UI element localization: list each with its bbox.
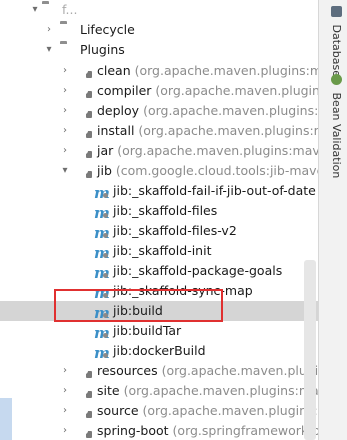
plugin-group: (org.apache.maven.plugins:ma: [155, 83, 318, 98]
lifecycle-label: Lifecycle: [80, 22, 135, 37]
plugin-name: compiler: [97, 83, 152, 98]
annotation-highlight-box: [54, 289, 223, 322]
plugin-row[interactable]: › deploy (org.apache.maven.plugins:mav: [0, 101, 318, 121]
plugin-group: (org.springframework.boot:s: [172, 423, 318, 438]
maven-tree: ▾ f... › Lifecycle ▾ Plugins › clean (or…: [0, 0, 318, 440]
goal-row[interactable]: m jib:_skaffold-fail-if-jib-out-of-date: [0, 181, 318, 201]
maven-goal-icon: m: [94, 224, 110, 242]
plugin-row[interactable]: › jar (org.apache.maven.plugins:maven-ja: [0, 141, 318, 161]
chevron-right-icon[interactable]: ›: [44, 20, 54, 40]
maven-goal-icon: m: [94, 244, 110, 262]
goal-label: jib:_skaffold-package-goals: [113, 263, 283, 278]
plugin-row[interactable]: › spring-boot (org.springframework.boot:…: [0, 421, 318, 440]
goal-label: jib:buildTar: [113, 323, 182, 338]
chevron-right-icon[interactable]: ›: [60, 121, 70, 141]
right-tool-strip: Database Bean Validation: [318, 0, 347, 440]
chevron-right-icon[interactable]: ›: [60, 361, 70, 381]
plugin-name: site: [97, 383, 120, 398]
bean-validation-tab[interactable]: Bean Validation: [325, 74, 343, 178]
plugin-name: install: [97, 123, 135, 138]
chevron-right-icon[interactable]: ›: [60, 401, 70, 421]
maven-goal-icon: m: [94, 324, 110, 342]
plugin-row[interactable]: › install (org.apache.maven.plugins:mave: [0, 121, 318, 141]
chevron-right-icon[interactable]: ›: [60, 61, 70, 81]
plugin-group: (org.apache.maven.plugins:mav: [143, 103, 318, 118]
goal-label: jib:_skaffold-fail-if-jib-out-of-date: [113, 183, 316, 198]
chevron-right-icon[interactable]: ›: [60, 421, 70, 440]
goal-row[interactable]: m jib:buildTar: [0, 321, 318, 341]
maven-goal-icon: m: [94, 344, 110, 362]
goal-row[interactable]: m jib:_skaffold-package-goals: [0, 261, 318, 281]
chevron-right-icon[interactable]: ›: [60, 101, 70, 121]
tree-row-plugins[interactable]: ▾ Plugins: [0, 40, 318, 60]
database-tab[interactable]: Database: [325, 6, 343, 77]
goal-label: jib:_skaffold-init: [113, 243, 212, 258]
plugin-row[interactable]: › clean (org.apache.maven.plugins:maven: [0, 61, 318, 81]
tree-row-lifecycle[interactable]: › Lifecycle: [0, 20, 318, 40]
goal-label: jib:_skaffold-files-v2: [113, 223, 237, 238]
plugin-name: spring-boot: [97, 423, 169, 438]
plugin-group: (com.google.cloud.tools:jib-maven-p: [115, 163, 318, 178]
project-label: f...: [62, 2, 78, 17]
tree-row-project[interactable]: ▾ f...: [0, 0, 318, 20]
plugin-group: (org.apache.maven.plugins:maven-ja: [117, 143, 318, 158]
goal-row[interactable]: m jib:_skaffold-files: [0, 201, 318, 221]
database-tab-label: Database: [330, 24, 343, 78]
plugin-name: source: [97, 403, 139, 418]
plugin-group: (org.apache.maven.plugins:mave: [142, 403, 319, 418]
plugin-name: resources: [97, 363, 158, 378]
chevron-down-icon[interactable]: ▾: [30, 0, 40, 20]
goal-label: jib:_skaffold-files: [113, 203, 218, 218]
goal-row[interactable]: m jib:dockerBuild: [0, 341, 318, 361]
plugin-group: (org.apache.maven.plugins:maven: [134, 63, 318, 78]
goal-row[interactable]: m jib:_skaffold-init: [0, 241, 318, 261]
plugin-row[interactable]: › resources (org.apache.maven.plugins:ma…: [0, 361, 318, 381]
chevron-down-icon[interactable]: ▾: [44, 40, 54, 60]
plugin-row-jib[interactable]: ▾ jib (com.google.cloud.tools:jib-maven-…: [0, 161, 318, 181]
plugin-name: jib: [97, 163, 112, 178]
plugin-name: clean: [97, 63, 131, 78]
chevron-right-icon[interactable]: ›: [60, 81, 70, 101]
chevron-down-icon[interactable]: ▾: [60, 161, 70, 181]
maven-goal-icon: m: [94, 184, 110, 202]
plugin-row[interactable]: › site (org.apache.maven.plugins:maven-s: [0, 381, 318, 401]
goal-row[interactable]: m jib:_skaffold-files-v2: [0, 221, 318, 241]
plugins-label: Plugins: [80, 42, 125, 57]
left-edge-strip: [0, 398, 12, 440]
goal-label: jib:dockerBuild: [113, 343, 206, 358]
plugin-row[interactable]: › compiler (org.apache.maven.plugins:ma: [0, 81, 318, 101]
maven-goal-icon: m: [94, 264, 110, 282]
plugin-row[interactable]: › source (org.apache.maven.plugins:mave: [0, 401, 318, 421]
bean-validation-icon: [330, 74, 342, 85]
chevron-right-icon[interactable]: ›: [60, 141, 70, 161]
scrollbar[interactable]: [304, 260, 316, 440]
maven-goal-icon: m: [94, 204, 110, 222]
plugin-group: (org.apache.maven.plugins:mave: [138, 123, 318, 138]
database-icon: [330, 6, 342, 17]
plugin-group: (org.apache.maven.plugins:maven-s: [123, 383, 318, 398]
plugin-group: (org.apache.maven.plugins:mav: [161, 363, 318, 378]
chevron-right-icon[interactable]: ›: [60, 381, 70, 401]
plugin-name: jar: [97, 143, 114, 158]
plugin-name: deploy: [97, 103, 140, 118]
bean-validation-tab-label: Bean Validation: [330, 92, 343, 179]
